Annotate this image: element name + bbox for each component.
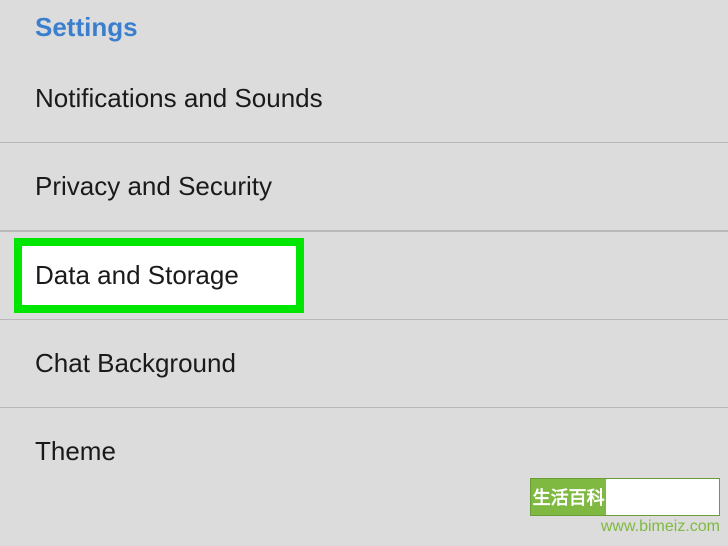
- settings-item-label: Data and Storage: [35, 260, 239, 291]
- settings-item-label: Notifications and Sounds: [35, 83, 323, 113]
- highlight-overlay: Data and Storage: [14, 238, 304, 313]
- settings-item-label: Chat Background: [35, 348, 236, 378]
- watermark: 生活百科 www.bimeiz.com: [530, 478, 720, 536]
- settings-item-label: Theme: [35, 436, 116, 466]
- settings-item-label: Privacy and Security: [35, 171, 272, 201]
- settings-item-privacy[interactable]: Privacy and Security: [0, 143, 728, 231]
- section-header-settings: Settings: [0, 0, 728, 55]
- watermark-url: www.bimeiz.com: [530, 518, 720, 536]
- settings-item-notifications[interactable]: Notifications and Sounds: [0, 55, 728, 143]
- settings-item-data-storage[interactable]: Data and Storage Data and Storage: [0, 231, 728, 320]
- watermark-chinese-text: 生活百科: [531, 484, 606, 510]
- watermark-box: 生活百科: [530, 478, 720, 516]
- section-title: Settings: [35, 12, 138, 42]
- settings-item-chat-background[interactable]: Chat Background: [0, 320, 728, 408]
